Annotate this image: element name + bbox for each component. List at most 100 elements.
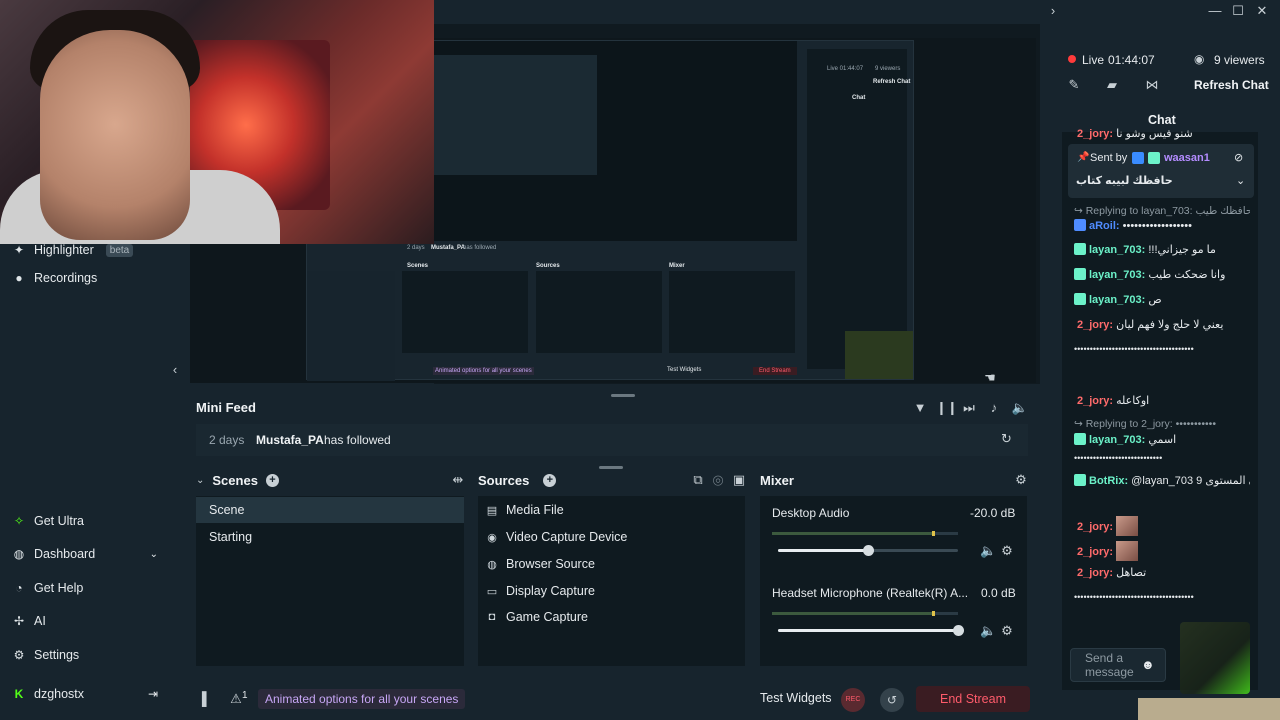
add-source-icon[interactable]: + bbox=[543, 473, 557, 487]
channel-gear-icon[interactable]: ⚙ bbox=[1000, 543, 1014, 559]
chat-message: layan_703: !!!ما مو جيزاني bbox=[1074, 243, 1250, 257]
chat-username[interactable]: aRoil: bbox=[1089, 220, 1123, 232]
pinned-sent-by: Sent by bbox=[1090, 152, 1128, 164]
edit-pencil-icon[interactable]: ✎ bbox=[1066, 77, 1082, 93]
nav-settings[interactable]: ⚙ Settings bbox=[12, 643, 80, 667]
chat-image[interactable] bbox=[1116, 516, 1139, 536]
webcam-icon: ◉ bbox=[487, 531, 497, 544]
collapse-chevron-icon[interactable]: › bbox=[1043, 2, 1063, 20]
nested-feed-action: has followed bbox=[463, 245, 497, 251]
user-badge-icon bbox=[1074, 474, 1086, 486]
chat-username[interactable]: layan_703: bbox=[1089, 269, 1148, 281]
volume-slider[interactable] bbox=[778, 545, 958, 556]
chat-username[interactable]: layan_703: bbox=[1089, 244, 1148, 256]
replay-buffer-icon[interactable]: ↺ bbox=[880, 688, 904, 712]
mixer-panel bbox=[760, 496, 1027, 666]
pinned-message[interactable]: 📌 Sent by waasan1 ⊘ حافظك لبيبه كتاب ⌄ bbox=[1068, 144, 1254, 198]
audio-filter-icon[interactable]: ◎ bbox=[710, 472, 726, 488]
chat-username[interactable]: 2_jory: bbox=[1077, 319, 1116, 331]
feed-user: Mustafa_PA bbox=[256, 433, 324, 447]
nav-ai[interactable]: ✢ AI bbox=[12, 609, 46, 633]
group-icon[interactable]: ⧉ bbox=[690, 472, 706, 488]
channel-gear-icon[interactable]: ⚙ bbox=[1000, 623, 1014, 639]
mixer-channel-name: Headset Microphone (Realtek(R) A... bbox=[772, 586, 969, 600]
resize-handle-2[interactable] bbox=[599, 466, 623, 469]
scene-item-scene[interactable]: Scene bbox=[196, 497, 464, 523]
emoji-icon[interactable]: ☻ bbox=[1141, 657, 1155, 672]
speaker-icon[interactable]: 🔈 bbox=[980, 543, 996, 559]
nav-get-ultra[interactable]: ✧ Get Ultra bbox=[12, 509, 84, 533]
nested-test: Test Widgets bbox=[667, 367, 702, 373]
close-button[interactable]: ✕ bbox=[1252, 2, 1272, 20]
camera-icon[interactable]: ▰ bbox=[1104, 77, 1120, 93]
user-badge-icon bbox=[1074, 219, 1086, 231]
chat-text: •••••••••••••••••• bbox=[1122, 220, 1192, 232]
filter-icon[interactable]: ▼ bbox=[912, 400, 928, 415]
volume-icon[interactable]: 🔈 bbox=[1011, 400, 1029, 416]
animated-options-link[interactable]: Animated options for all your scenes bbox=[258, 689, 466, 709]
pause-icon[interactable]: ❙❙ bbox=[936, 400, 958, 416]
nav-user[interactable]: K dzghostx ⇥ bbox=[12, 682, 158, 706]
add-scene-icon[interactable]: + bbox=[265, 473, 279, 487]
chat-username[interactable]: 2_jory: bbox=[1077, 521, 1116, 533]
chat-image[interactable] bbox=[1116, 541, 1139, 561]
chat-text: !!!ما مو جيزاني bbox=[1148, 244, 1216, 256]
folder-icon[interactable]: ▣ bbox=[731, 472, 747, 488]
scene-item-starting[interactable]: Starting bbox=[196, 524, 464, 550]
source-label: Browser Source bbox=[506, 557, 595, 571]
chat-text: اوكاعله bbox=[1116, 395, 1150, 407]
audio-meter bbox=[772, 531, 958, 536]
mixer-gear-icon[interactable]: ⚙ bbox=[1013, 472, 1029, 488]
chat-username[interactable]: layan_703: bbox=[1089, 434, 1148, 446]
nav-dashboard-label: Dashboard bbox=[34, 547, 96, 561]
end-stream-button[interactable]: End Stream bbox=[916, 686, 1030, 712]
chevron-down-icon[interactable]: ⌄ bbox=[196, 475, 204, 486]
rec-button[interactable]: REC bbox=[841, 688, 865, 712]
nav-dashboard[interactable]: ◍ Dashboard ⌄ bbox=[12, 542, 158, 566]
nav-highlighter[interactable]: ✦ Highlighter beta bbox=[12, 238, 134, 262]
collapse-left-icon[interactable]: ‹ bbox=[168, 362, 182, 377]
chat-message: BotRix: @layan_703 مبروك! وصلت إلى المست… bbox=[1074, 474, 1250, 488]
bell-icon[interactable]: ♪ bbox=[986, 400, 1002, 415]
chat-message: aRoil: •••••••••••••••••• bbox=[1074, 219, 1250, 233]
chat-username[interactable]: 2_jory: bbox=[1077, 546, 1116, 558]
chat-message: 2_jory: bbox=[1074, 541, 1250, 561]
viewer-count: 9 viewers bbox=[1214, 53, 1265, 67]
chat-username[interactable]: 2_jory: bbox=[1077, 128, 1116, 140]
repeat-icon[interactable]: ↻ bbox=[1001, 431, 1012, 447]
speaker-icon[interactable]: 🔈 bbox=[980, 623, 996, 639]
chat-username[interactable]: BotRix: bbox=[1089, 475, 1131, 487]
skip-icon[interactable]: ⏭ bbox=[961, 400, 977, 416]
dashboard-icon: ◍ bbox=[13, 547, 25, 561]
refresh-chat-button[interactable]: Refresh Chat bbox=[1194, 78, 1269, 92]
source-item-browser[interactable]: ◍ Browser Source bbox=[486, 552, 595, 576]
chat-username[interactable]: 2_jory: bbox=[1077, 395, 1116, 407]
unpin-icon[interactable]: ⊘ bbox=[1234, 151, 1243, 164]
minimize-button[interactable]: — bbox=[1205, 2, 1225, 20]
share-icon[interactable]: ⋈ bbox=[1144, 77, 1160, 93]
nested-viewers: 9 viewers bbox=[875, 66, 901, 72]
source-item-video-capture[interactable]: ◉ Video Capture Device bbox=[486, 525, 627, 549]
source-item-game[interactable]: ◘ Game Capture bbox=[486, 605, 588, 629]
chat-username[interactable]: layan_703: bbox=[1089, 294, 1148, 306]
gear-icon: ⚙ bbox=[13, 648, 25, 662]
mixer-channel-name: Desktop Audio bbox=[772, 506, 850, 520]
record-icon: ● bbox=[15, 271, 23, 285]
chat-username[interactable]: 2_jory: bbox=[1077, 567, 1116, 579]
nav-get-help[interactable]: ◔ Get Help bbox=[12, 576, 83, 600]
stats-icon[interactable]: ▐ bbox=[194, 691, 210, 706]
feed-time: 2 days bbox=[209, 433, 245, 447]
nav-recordings[interactable]: ● Recordings bbox=[12, 266, 97, 290]
source-item-media-file[interactable]: ▤ Media File bbox=[486, 498, 564, 522]
logout-icon[interactable]: ⇥ bbox=[148, 687, 158, 701]
volume-slider[interactable] bbox=[778, 625, 964, 636]
nested-mixer-title: Mixer bbox=[669, 263, 685, 269]
source-item-display[interactable]: ▭ Display Capture bbox=[486, 579, 595, 603]
test-widgets-button[interactable]: Test Widgets bbox=[760, 691, 832, 705]
chevron-down-icon[interactable]: ⌄ bbox=[1236, 174, 1245, 187]
scene-transition-icon[interactable]: ⇹ bbox=[450, 472, 466, 488]
resize-handle[interactable] bbox=[611, 394, 635, 397]
maximize-button[interactable]: ☐ bbox=[1228, 2, 1248, 20]
source-label: Media File bbox=[506, 503, 564, 517]
send-message-input[interactable]: Send a message ☻ bbox=[1070, 648, 1166, 682]
